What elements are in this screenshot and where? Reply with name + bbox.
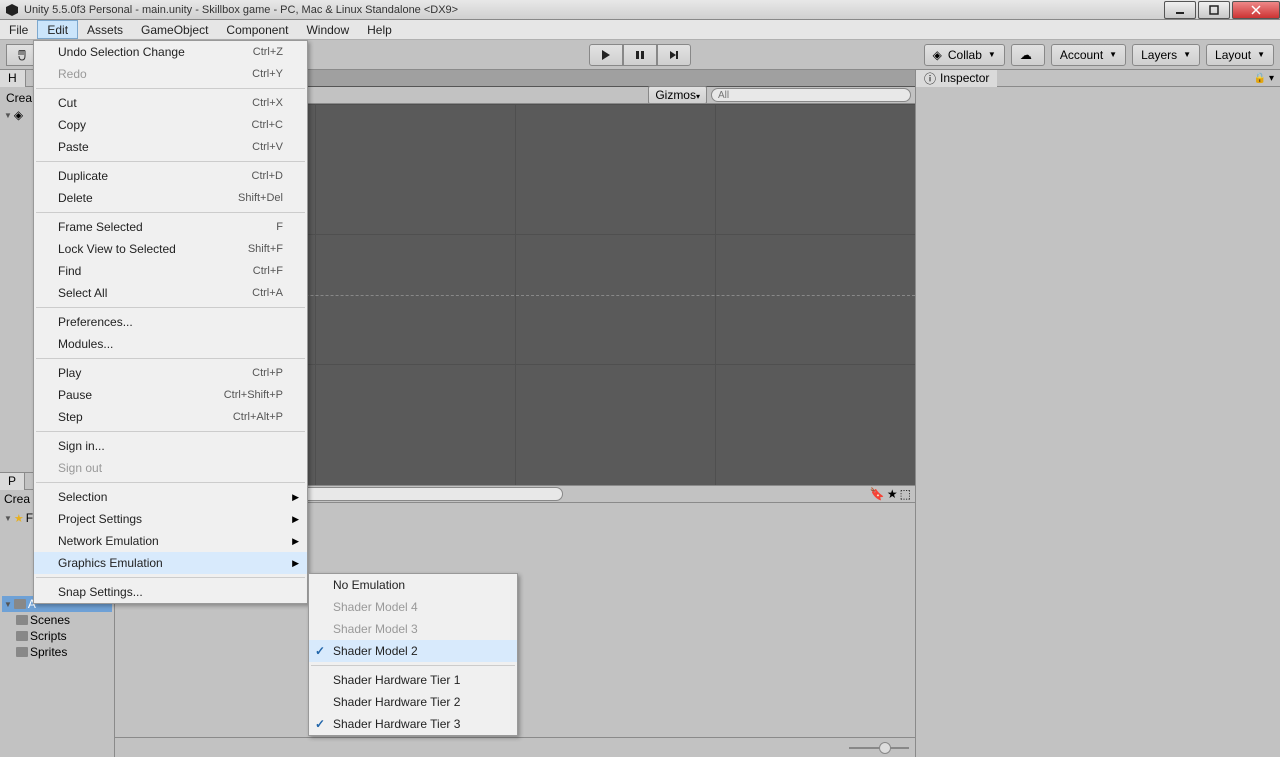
play-controls bbox=[589, 44, 691, 66]
layers-dropdown[interactable]: Layers▼ bbox=[1132, 44, 1200, 66]
save-search[interactable]: ⬚ bbox=[900, 487, 911, 501]
foldout-icon: ▼ bbox=[4, 514, 12, 523]
menu-item-project-settings[interactable]: Project Settings▶ bbox=[34, 508, 307, 530]
chevron-down-icon: ▼ bbox=[1257, 50, 1265, 59]
menu-file[interactable]: File bbox=[0, 20, 37, 39]
menu-item-delete[interactable]: DeleteShift+Del bbox=[34, 187, 307, 209]
menu-item-cut[interactable]: CutCtrl+X bbox=[34, 92, 307, 114]
submenu-item-no-emulation[interactable]: No Emulation bbox=[309, 574, 517, 596]
menu-item-redo: RedoCtrl+Y bbox=[34, 63, 307, 85]
play-button[interactable] bbox=[589, 44, 623, 66]
filter-by-type[interactable]: ★ bbox=[887, 487, 898, 501]
menu-assets[interactable]: Assets bbox=[78, 20, 132, 39]
account-dropdown[interactable]: Account▼ bbox=[1051, 44, 1126, 66]
menu-item-network-emulation[interactable]: Network Emulation▶ bbox=[34, 530, 307, 552]
inspector-panel: ⓘInspector 🔒 ▾ bbox=[915, 70, 1280, 757]
chevron-down-icon: ▼ bbox=[1109, 50, 1117, 59]
cloud-button[interactable]: ☁ bbox=[1011, 44, 1045, 66]
unity-icon: ◈ bbox=[14, 108, 23, 122]
menu-item-select-all[interactable]: Select AllCtrl+A bbox=[34, 282, 307, 304]
submenu-item-shader-model-3: Shader Model 3 bbox=[309, 618, 517, 640]
submenu-item-shader-model-2[interactable]: ✓Shader Model 2 bbox=[309, 640, 517, 662]
menu-item-sign-out: Sign out bbox=[34, 457, 307, 479]
graphics-emulation-submenu: No EmulationShader Model 4Shader Model 3… bbox=[308, 573, 518, 736]
collab-icon: ◈ bbox=[933, 48, 942, 62]
submenu-item-shader-hardware-tier-2[interactable]: Shader Hardware Tier 2 bbox=[309, 691, 517, 713]
menu-item-duplicate[interactable]: DuplicateCtrl+D bbox=[34, 165, 307, 187]
menu-item-graphics-emulation[interactable]: Graphics Emulation▶ bbox=[34, 552, 307, 574]
menu-item-copy[interactable]: CopyCtrl+C bbox=[34, 114, 307, 136]
menu-item-undo-selection-change[interactable]: Undo Selection ChangeCtrl+Z bbox=[34, 41, 307, 63]
star-icon: ★ bbox=[14, 512, 24, 525]
folder-icon bbox=[16, 615, 28, 625]
filter-by-label[interactable]: 🔖 bbox=[870, 487, 885, 501]
minimize-button[interactable] bbox=[1164, 1, 1196, 19]
pause-button[interactable] bbox=[623, 44, 657, 66]
folder-icon bbox=[14, 599, 26, 609]
foldout-icon: ▼ bbox=[4, 111, 12, 120]
check-icon: ✓ bbox=[315, 644, 325, 658]
menu-item-modules-[interactable]: Modules... bbox=[34, 333, 307, 355]
submenu-arrow-icon: ▶ bbox=[292, 492, 299, 503]
menu-gameobject[interactable]: GameObject bbox=[132, 20, 217, 39]
window-title: Unity 5.5.0f3 Personal - main.unity - Sk… bbox=[24, 4, 1162, 16]
foldout-icon: ▼ bbox=[4, 600, 12, 609]
layout-dropdown[interactable]: Layout▼ bbox=[1206, 44, 1274, 66]
step-button[interactable] bbox=[657, 44, 691, 66]
folder-sprites[interactable]: Sprites bbox=[2, 644, 112, 660]
menu-item-lock-view-to-selected[interactable]: Lock View to SelectedShift+F bbox=[34, 238, 307, 260]
window-titlebar: Unity 5.5.0f3 Personal - main.unity - Sk… bbox=[0, 0, 1280, 20]
project-footer bbox=[115, 737, 915, 757]
submenu-item-shader-model-4: Shader Model 4 bbox=[309, 596, 517, 618]
inspector-icon: ⓘ bbox=[924, 70, 936, 87]
menu-window[interactable]: Window bbox=[297, 20, 358, 39]
close-button[interactable] bbox=[1232, 1, 1280, 19]
submenu-arrow-icon: ▶ bbox=[292, 558, 299, 569]
menubar: File Edit Assets GameObject Component Wi… bbox=[0, 20, 1280, 40]
menu-item-play[interactable]: PlayCtrl+P bbox=[34, 362, 307, 384]
menu-item-pause[interactable]: PauseCtrl+Shift+P bbox=[34, 384, 307, 406]
chevron-down-icon: ▼ bbox=[988, 50, 996, 59]
submenu-arrow-icon: ▶ bbox=[292, 536, 299, 547]
submenu-item-shader-hardware-tier-1[interactable]: Shader Hardware Tier 1 bbox=[309, 669, 517, 691]
thumbnail-size-slider[interactable] bbox=[849, 747, 909, 749]
cloud-icon: ☁ bbox=[1020, 48, 1032, 62]
maximize-button[interactable] bbox=[1198, 1, 1230, 19]
edit-menu-dropdown: Undo Selection ChangeCtrl+ZRedoCtrl+Y Cut… bbox=[33, 40, 308, 604]
check-icon: ✓ bbox=[315, 717, 325, 731]
submenu-arrow-icon: ▶ bbox=[292, 514, 299, 525]
folder-scripts[interactable]: Scripts bbox=[2, 628, 112, 644]
chevron-down-icon: ▼ bbox=[1183, 50, 1191, 59]
menu-item-snap-settings-[interactable]: Snap Settings... bbox=[34, 581, 307, 603]
menu-item-selection[interactable]: Selection▶ bbox=[34, 486, 307, 508]
menu-item-find[interactable]: FindCtrl+F bbox=[34, 260, 307, 282]
menu-edit[interactable]: Edit bbox=[37, 20, 78, 39]
menu-help[interactable]: Help bbox=[358, 20, 401, 39]
tab-inspector[interactable]: ⓘInspector bbox=[916, 70, 997, 87]
gizmos-dropdown[interactable]: Gizmos▾ bbox=[648, 86, 707, 104]
project-search[interactable] bbox=[273, 487, 563, 501]
menu-item-paste[interactable]: PasteCtrl+V bbox=[34, 136, 307, 158]
folder-scenes[interactable]: Scenes bbox=[2, 612, 112, 628]
menu-item-step[interactable]: StepCtrl+Alt+P bbox=[34, 406, 307, 428]
folder-icon bbox=[16, 631, 28, 641]
unity-logo-icon bbox=[4, 2, 20, 18]
scene-search[interactable] bbox=[711, 88, 911, 102]
menu-item-frame-selected[interactable]: Frame SelectedF bbox=[34, 216, 307, 238]
folder-icon bbox=[16, 647, 28, 657]
menu-item-sign-in-[interactable]: Sign in... bbox=[34, 435, 307, 457]
submenu-item-shader-hardware-tier-3[interactable]: ✓Shader Hardware Tier 3 bbox=[309, 713, 517, 735]
menu-component[interactable]: Component bbox=[217, 20, 297, 39]
inspector-lock[interactable]: 🔒 ▾ bbox=[1248, 73, 1280, 84]
collab-dropdown[interactable]: ◈Collab▼ bbox=[924, 44, 1005, 66]
menu-item-preferences-[interactable]: Preferences... bbox=[34, 311, 307, 333]
